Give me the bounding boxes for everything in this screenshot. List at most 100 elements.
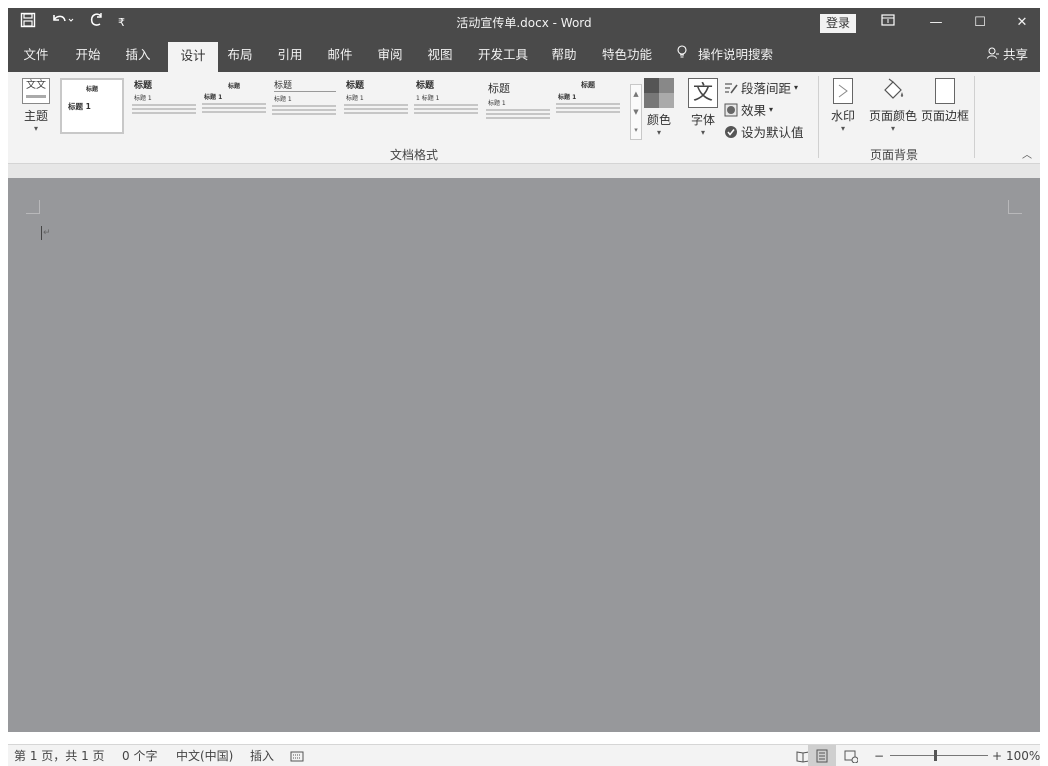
tab-layout[interactable]: 布局 xyxy=(222,38,258,72)
zoom-slider[interactable] xyxy=(890,755,988,756)
zoom-level[interactable]: 100% xyxy=(1006,745,1040,766)
set-as-default-button[interactable]: 设为默认值 xyxy=(724,122,804,141)
style-set-option[interactable]: 标题 1 标题 1 xyxy=(414,78,478,134)
redo-icon[interactable] xyxy=(88,8,104,38)
macro-record-icon[interactable] xyxy=(290,745,304,766)
style-set-heading: 1 标题 1 xyxy=(416,95,440,102)
save-icon[interactable] xyxy=(20,8,36,38)
tab-developer[interactable]: 开发工具 xyxy=(472,38,534,72)
tab-help[interactable]: 帮助 xyxy=(546,38,582,72)
tab-special-features[interactable]: 特色功能 xyxy=(596,38,658,72)
scroll-down-icon[interactable]: ▼ xyxy=(631,103,641,121)
customize-qat-icon[interactable]: ₹ xyxy=(118,8,125,38)
tab-mailings[interactable]: 邮件 xyxy=(322,38,358,72)
chevron-down-icon: ▾ xyxy=(769,105,774,114)
page-color-button[interactable]: 页面颜色 ▾ xyxy=(866,78,920,134)
watermark-icon xyxy=(833,78,853,104)
insert-mode[interactable]: 插入 xyxy=(250,745,274,766)
style-set-option[interactable]: 标题 标题 1 xyxy=(272,78,336,134)
group-separator xyxy=(974,76,975,158)
group-label-page-background: 页面背景 xyxy=(870,148,919,162)
chevron-down-icon: ▾ xyxy=(33,124,38,133)
style-set-heading: 标题 1 xyxy=(346,95,364,102)
style-set-title: 标题 xyxy=(581,81,595,89)
web-layout-icon[interactable] xyxy=(844,745,859,766)
style-set-option[interactable]: 标题 标题 1 xyxy=(486,78,550,134)
login-button[interactable]: 登录 xyxy=(820,14,857,33)
collapse-ribbon-icon[interactable]: ︿ xyxy=(1022,146,1032,161)
fonts-label: 字体 xyxy=(690,113,715,127)
close-icon[interactable]: ✕ xyxy=(1002,8,1042,38)
themes-icon: 文文 xyxy=(22,78,50,104)
tab-file[interactable]: 文件 xyxy=(18,38,54,72)
ribbon-display-options-icon[interactable] xyxy=(868,8,908,38)
margin-corner-mark xyxy=(26,200,40,214)
chevron-down-icon: ▾ xyxy=(890,124,895,133)
share-label: 共享 xyxy=(1002,47,1028,62)
zoom-slider-thumb[interactable] xyxy=(934,750,937,761)
style-set-title: 标题 xyxy=(488,82,510,95)
tab-insert[interactable]: 插入 xyxy=(120,38,156,72)
title-bar: ₹ 活动宣传单.docx - Word 登录 — ☐ ✕ xyxy=(8,8,1040,38)
language-indicator[interactable]: 中文(中国) xyxy=(176,745,233,766)
style-set-option[interactable]: 标题 标题 1 xyxy=(60,78,124,134)
fonts-icon: 文 xyxy=(688,78,718,108)
style-set-heading: 标题 1 xyxy=(488,100,506,107)
set-as-default-label: 设为默认值 xyxy=(741,125,804,140)
effects-button[interactable]: 效果 ▾ xyxy=(724,100,773,119)
print-layout-icon[interactable] xyxy=(808,745,836,766)
group-separator xyxy=(818,76,819,158)
paragraph-spacing-button[interactable]: 段落间距 ▾ xyxy=(724,78,798,97)
tell-me-search[interactable]: 操作说明搜索 xyxy=(676,38,773,72)
style-set-option[interactable]: 标题 标题 1 xyxy=(344,78,408,134)
style-set-title: 标题 xyxy=(416,81,435,91)
watermark-button[interactable]: 水印 ▾ xyxy=(828,78,858,134)
tab-home[interactable]: 开始 xyxy=(70,38,106,72)
maximize-icon[interactable]: ☐ xyxy=(960,8,1000,38)
status-bar: 第 1 页，共 1 页 0 个字 中文(中国) 插入 − + 100% xyxy=(8,744,1040,766)
effects-icon xyxy=(724,103,738,117)
page-info[interactable]: 第 1 页，共 1 页 xyxy=(14,745,105,766)
minimize-icon[interactable]: — xyxy=(916,8,956,38)
gallery-scroll[interactable]: ▲ ▼ ▾ xyxy=(630,84,642,140)
quick-access-toolbar: ₹ xyxy=(20,8,125,38)
document-page[interactable]: ↵ xyxy=(8,178,1040,732)
ribbon-design: 文文 主题 ▾ 标题 标题 1 标题 标题 1 标题 标题 1 标题 标题 1 … xyxy=(8,72,1040,164)
colors-button[interactable]: 颜色 ▾ xyxy=(642,78,676,138)
style-set-option[interactable]: 标题 标题 1 xyxy=(132,78,196,134)
tab-references[interactable]: 引用 xyxy=(272,38,308,72)
tab-design[interactable]: 设计 xyxy=(168,42,218,72)
page-color-label: 页面颜色 xyxy=(868,109,917,123)
text-cursor xyxy=(41,226,42,240)
fonts-button[interactable]: 文 字体 ▾ xyxy=(686,78,720,138)
colors-label: 颜色 xyxy=(646,113,671,127)
paragraph-spacing-icon xyxy=(724,81,738,95)
zoom-in-icon[interactable]: + xyxy=(992,745,1002,766)
style-set-option[interactable]: 标题 标题 1 xyxy=(202,78,266,134)
document-area: ↵ xyxy=(8,164,1040,732)
paragraph-spacing-label: 段落间距 xyxy=(741,81,792,96)
chevron-down-icon: ▾ xyxy=(700,128,705,137)
scroll-up-icon[interactable]: ▲ xyxy=(631,85,641,103)
style-set-heading: 标题 1 xyxy=(68,102,91,111)
tab-review[interactable]: 审阅 xyxy=(372,38,408,72)
ribbon-tab-bar: 文件 开始 插入 设计 布局 引用 邮件 审阅 视图 开发工具 帮助 特色功能 … xyxy=(8,38,1040,72)
gallery-more-icon[interactable]: ▾ xyxy=(631,121,641,139)
undo-icon[interactable] xyxy=(50,8,74,38)
word-count[interactable]: 0 个字 xyxy=(122,745,157,766)
zoom-out-icon[interactable]: − xyxy=(874,745,884,766)
tell-me-label: 操作说明搜索 xyxy=(698,47,774,62)
page-borders-icon xyxy=(935,78,955,104)
style-set-heading: 标题 1 xyxy=(134,95,152,102)
share-button[interactable]: 共享 xyxy=(987,38,1028,72)
style-set-gallery: 标题 标题 1 标题 标题 1 标题 标题 1 标题 标题 1 标题 标题 1 … xyxy=(60,78,642,140)
chevron-down-icon: ▾ xyxy=(794,83,799,92)
style-set-heading: 标题 1 xyxy=(204,94,223,101)
style-set-title: 标题 xyxy=(227,83,240,90)
margin-corner-mark xyxy=(1008,200,1022,214)
page-borders-button[interactable]: 页面边框 xyxy=(920,78,970,124)
paragraph-mark-icon: ↵ xyxy=(43,228,51,238)
tab-view[interactable]: 视图 xyxy=(422,38,458,72)
themes-button[interactable]: 文文 主题 ▾ xyxy=(18,78,54,134)
style-set-option[interactable]: 标题 标题 1 xyxy=(556,78,620,134)
